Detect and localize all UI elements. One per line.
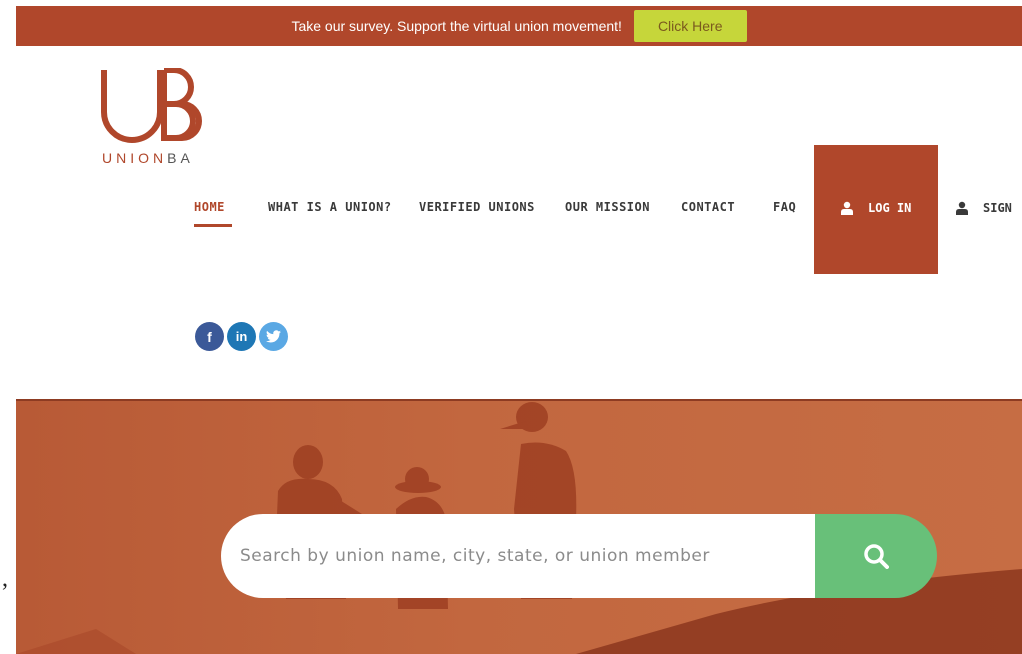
signup-label: SIGN xyxy=(983,201,1012,215)
nav-item-home[interactable]: HOME xyxy=(194,200,225,214)
facebook-icon[interactable]: f xyxy=(195,322,224,351)
search-button[interactable] xyxy=(815,514,937,598)
nav-item-faq[interactable]: FAQ xyxy=(773,200,796,214)
search-icon xyxy=(864,544,889,569)
nav-item-contact[interactable]: CONTACT xyxy=(681,200,735,214)
login-label: LOG IN xyxy=(868,201,912,215)
user-icon xyxy=(841,201,853,215)
twitter-bird-icon xyxy=(266,330,281,343)
linkedin-glyph: in xyxy=(235,329,248,344)
nav-item-what-is-a-union[interactable]: WHAT IS A UNION? xyxy=(268,200,392,214)
user-icon xyxy=(956,201,968,215)
hero-top-border xyxy=(16,399,1022,401)
main-nav: HOME WHAT IS A UNION? VERIFIED UNIONS OU… xyxy=(0,0,1022,300)
nav-item-our-mission[interactable]: OUR MISSION xyxy=(565,200,650,214)
nav-item-verified-unions[interactable]: VERIFIED UNIONS xyxy=(419,200,535,214)
search-bar xyxy=(221,514,937,598)
search-input[interactable] xyxy=(221,514,841,598)
facebook-glyph: f xyxy=(207,328,212,345)
stray-comma-text: , xyxy=(2,566,8,592)
twitter-icon[interactable] xyxy=(259,322,288,351)
linkedin-icon[interactable]: in xyxy=(227,322,256,351)
signup-button[interactable]: SIGN xyxy=(955,201,1012,215)
social-links: f in xyxy=(195,322,288,351)
nav-active-underline xyxy=(194,224,232,227)
login-button[interactable]: LOG IN xyxy=(814,145,938,274)
